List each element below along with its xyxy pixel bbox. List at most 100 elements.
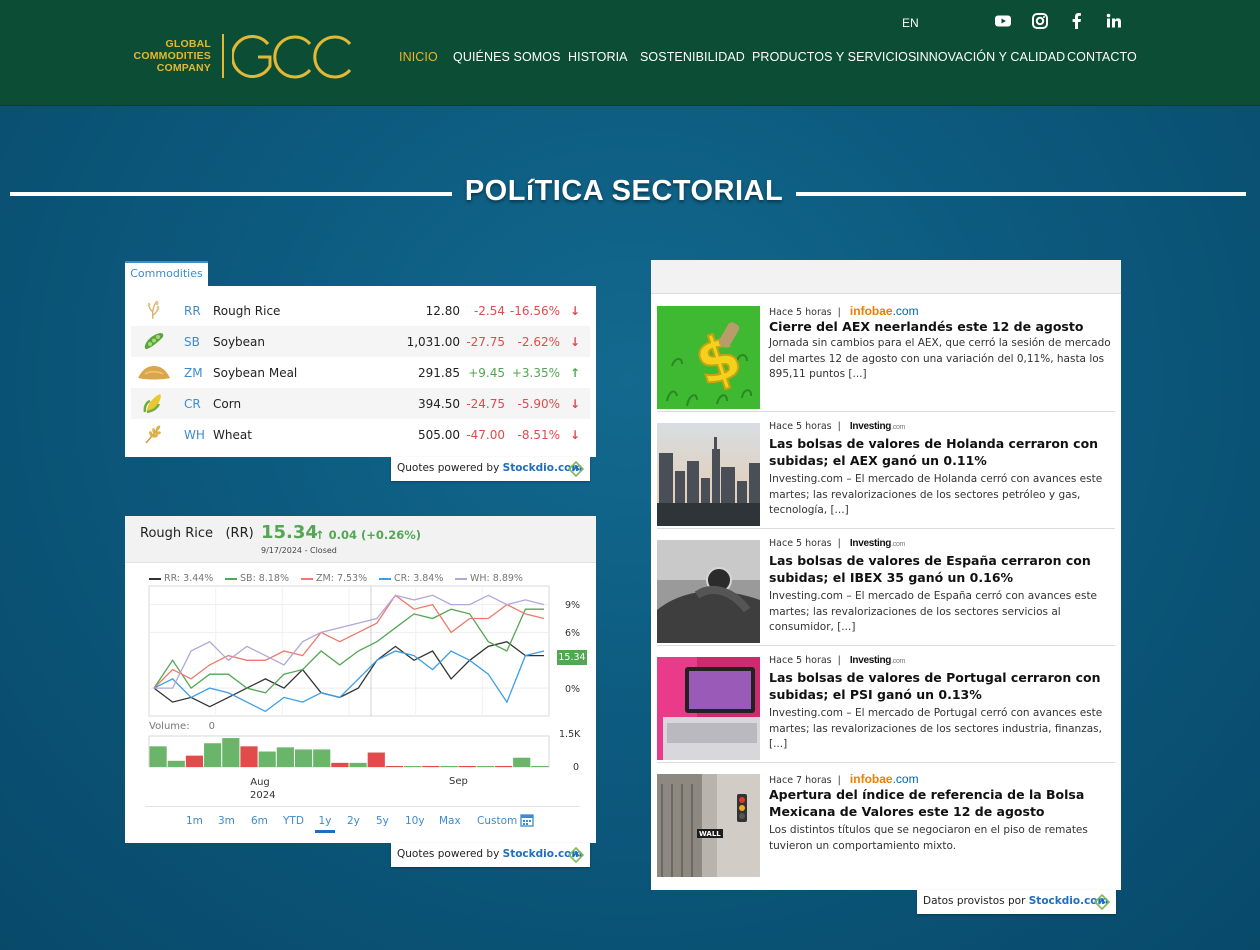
- price-chart-widget: Rough Rice (RR) 15.34 ↑ 0.04 (+0.26%) 9/…: [125, 516, 596, 843]
- news-time: Hace 5 horas: [769, 421, 832, 432]
- data-powered-by[interactable]: Datos provistos por Stockdio.com: [917, 890, 1116, 914]
- news-item[interactable]: WALL Hace 7 horas | infobae.com Apertura…: [657, 768, 1115, 880]
- news-item[interactable]: Hace 5 horas | Investing.com Las bolsas …: [657, 417, 1115, 529]
- change: -27.75: [466, 335, 505, 349]
- news-thumbnail[interactable]: [657, 540, 760, 643]
- news-source-name: Investing: [849, 538, 892, 549]
- volume-bar: [294, 749, 313, 767]
- calendar-icon[interactable]: [520, 813, 534, 827]
- news-source: Investing.com: [850, 538, 905, 549]
- logo-line-2: COMMODITIES: [133, 50, 211, 62]
- nav-contacto[interactable]: CONTACTO: [1067, 50, 1137, 64]
- powered-prefix: Quotes powered by: [397, 848, 500, 860]
- nav-innovacion-calidad[interactable]: INNOVACIÓN Y CALIDAD: [916, 50, 1065, 64]
- site-header: GLOBAL COMMODITIES COMPANY EN INICIO QUI…: [0, 0, 1260, 106]
- symbol[interactable]: RR: [184, 304, 201, 318]
- linkedin-icon[interactable]: [1105, 12, 1123, 30]
- nav-historia[interactable]: HISTORIA: [568, 50, 628, 64]
- news-thumbnail[interactable]: [657, 423, 760, 526]
- volume-bar: [531, 765, 549, 767]
- y-tick-label: 0%: [565, 684, 581, 695]
- commodity-name: Corn: [213, 397, 242, 411]
- range-10y-button[interactable]: 10y: [405, 815, 425, 827]
- symbol[interactable]: WH: [184, 428, 205, 442]
- news-thumbnail[interactable]: [657, 657, 760, 760]
- range-max-button[interactable]: Max: [439, 815, 461, 827]
- quotes-powered-by[interactable]: Quotes powered by Stockdio.com: [391, 843, 590, 867]
- table-row[interactable]: RR Rough Rice 12.80 -2.54 -16.56% ↓: [131, 295, 590, 326]
- news-item[interactable]: $ Hace 5 horas | infobae.com Cierre del …: [657, 300, 1115, 412]
- news-item[interactable]: Hace 5 horas | Investing.com Las bolsas …: [657, 651, 1115, 763]
- commodity-name: Wheat: [213, 428, 252, 442]
- soybean-icon: [141, 331, 167, 351]
- table-row[interactable]: ZM Soybean Meal 291.85 +9.45 +3.35% ↑: [131, 357, 590, 388]
- symbol[interactable]: ZM: [184, 366, 203, 380]
- tab-commodities[interactable]: Commodities: [125, 261, 208, 286]
- news-time: Hace 5 horas: [769, 655, 832, 666]
- volume-bar: [240, 746, 258, 767]
- news-source-name: infobae: [849, 304, 893, 318]
- price: 291.85: [418, 366, 460, 380]
- news-item[interactable]: Hace 5 horas | Investing.com Las bolsas …: [657, 534, 1115, 646]
- volume-tick-label: 1.5K: [559, 729, 581, 740]
- news-time: Hace 5 horas: [769, 538, 832, 549]
- nav-sostenibilidad[interactable]: SOSTENIBILIDAD: [640, 50, 745, 64]
- range-1m-button[interactable]: 1m: [186, 815, 203, 827]
- table-row[interactable]: SB Soybean 1,031.00 -27.75 -2.62% ↓: [131, 326, 590, 357]
- x-tick-label: Aug 2024: [250, 776, 275, 802]
- range-6m-button[interactable]: 6m: [251, 815, 268, 827]
- volume-bar: [313, 749, 331, 767]
- range-custom-button[interactable]: Custom: [477, 815, 517, 827]
- range-5y-button[interactable]: 5y: [376, 815, 389, 827]
- news-title[interactable]: Las bolsas de valores de España cerraron…: [769, 552, 1117, 586]
- stockdio-icon: [568, 461, 584, 477]
- current-price-tag: 15.34: [557, 650, 587, 665]
- nav-inicio[interactable]: INICIO: [399, 50, 438, 64]
- news-title[interactable]: Las bolsas de valores de Holanda cerraro…: [769, 435, 1117, 469]
- range-3m-button[interactable]: 3m: [218, 815, 235, 827]
- news-thumbnail[interactable]: $: [657, 306, 760, 409]
- news-source-name: Investing: [849, 421, 892, 432]
- logo-divider: [222, 34, 224, 78]
- instagram-icon[interactable]: [1031, 12, 1049, 30]
- title-rule-right: [796, 192, 1246, 196]
- news-title[interactable]: Apertura del índice de referencia de la …: [769, 786, 1117, 820]
- chart-plot[interactable]: [125, 516, 596, 806]
- nav-quienes-somos[interactable]: QUIÉNES SOMOS: [453, 50, 561, 64]
- gcc-logo-mark[interactable]: [232, 32, 354, 80]
- news-source-name: infobae: [849, 772, 893, 786]
- nav-productos-servicios[interactable]: PRODUCTOS Y SERVICIOS: [752, 50, 916, 64]
- facebook-icon[interactable]: [1068, 12, 1086, 30]
- language-switch[interactable]: EN: [902, 16, 919, 30]
- news-title[interactable]: Cierre del AEX neerlandés este 12 de ago…: [769, 318, 1117, 335]
- change-percent: -2.62%: [517, 335, 560, 349]
- arrow-down-icon: ↓: [569, 397, 580, 411]
- range-1y-button[interactable]: 1y: [315, 815, 335, 833]
- news-thumbnail[interactable]: WALL: [657, 774, 760, 877]
- news-source: Investing.com: [850, 421, 905, 432]
- news-title[interactable]: Las bolsas de valores de Portugal cerrar…: [769, 669, 1117, 703]
- price: 12.80: [425, 304, 460, 318]
- table-row[interactable]: WH Wheat 505.00 -47.00 -8.51% ↓: [131, 419, 590, 450]
- news-meta: Hace 5 horas | infobae.com: [769, 304, 919, 318]
- volume-bar: [385, 765, 404, 767]
- news-description: Los distintos títulos que se negociaron …: [769, 824, 1088, 852]
- arrow-up-icon: ↑: [569, 366, 580, 380]
- arrow-down-icon: ↓: [569, 304, 580, 318]
- title-rule-left: [10, 192, 452, 196]
- powered-prefix: Datos provistos por: [923, 895, 1026, 907]
- range-ytd-button[interactable]: YTD: [283, 815, 304, 827]
- price: 505.00: [418, 428, 460, 442]
- volume-bar: [349, 762, 367, 767]
- range-2y-button[interactable]: 2y: [347, 815, 360, 827]
- youtube-icon[interactable]: [994, 12, 1012, 30]
- corn-icon: [141, 393, 167, 414]
- symbol[interactable]: SB: [184, 335, 200, 349]
- change-percent: -8.51%: [517, 428, 560, 442]
- quotes-powered-by[interactable]: Quotes powered by Stockdio.com: [391, 457, 590, 481]
- symbol[interactable]: CR: [184, 397, 201, 411]
- table-row[interactable]: CR Corn 394.50 -24.75 -5.90% ↓: [131, 388, 590, 419]
- logo-text[interactable]: GLOBAL COMMODITIES COMPANY: [131, 38, 211, 74]
- volume-bar: [149, 746, 167, 767]
- news-source-suffix: .com: [892, 772, 919, 786]
